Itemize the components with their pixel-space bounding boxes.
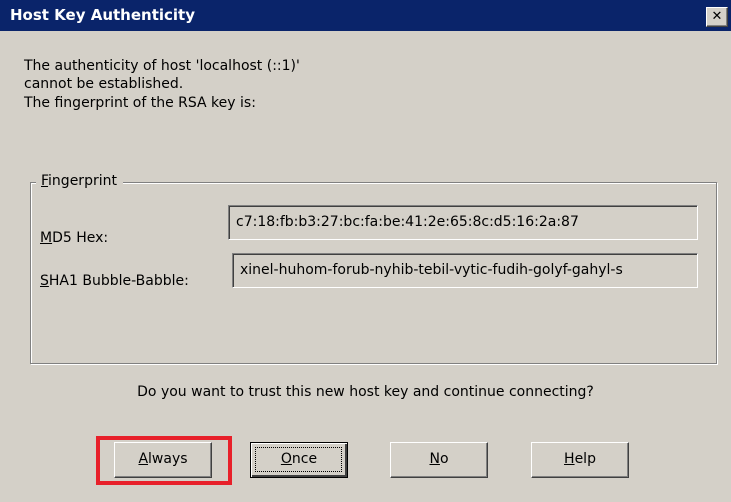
fingerprint-legend-rest: ingerprint [48,173,117,189]
sha1-label: SHA1 Bubble-Babble: [40,271,189,291]
sha1-label-hotkey: S [40,273,49,289]
host-key-dialog: Host Key Authenticity ✕ The authenticity… [0,0,731,502]
md5-hex-field[interactable]: c7:18:fb:b3:27:bc:fa:be:41:2e:65:8c:d5:1… [228,205,698,240]
title-bar[interactable]: Host Key Authenticity ✕ [0,0,731,31]
always-button-label: Always [138,451,187,467]
once-rest: nce [291,451,318,467]
md5-label: MD5 Hex: [40,228,108,248]
fingerprint-legend-hotkey: F [41,173,49,189]
help-button-label: Help [564,451,596,467]
no-button-label: No [429,451,448,467]
sha1-bubble-babble-field[interactable]: xinel-huhom-forub-nyhib-tebil-vytic-fudi… [232,253,698,288]
sha1-label-rest: HA1 Bubble-Babble: [48,273,189,289]
no-button[interactable]: No [390,442,488,478]
always-rest: lways [148,451,188,467]
no-hotkey: N [429,451,440,467]
help-button[interactable]: Help [531,442,629,478]
message-line-3: The fingerprint of the RSA key is: [24,95,256,111]
fingerprint-group-label: Fingerprint [36,171,123,191]
close-icon: ✕ [711,9,723,24]
message-line-1: The authenticity of host 'localhost (::1… [24,58,300,74]
always-hotkey: A [138,451,149,467]
help-rest: elp [574,451,596,467]
help-hotkey: H [564,451,575,467]
trust-question: Do you want to trust this new host key a… [137,384,594,400]
once-button[interactable]: Once [250,442,348,478]
md5-label-hotkey: M [40,230,53,246]
always-button[interactable]: Always [114,442,212,478]
close-button[interactable]: ✕ [706,7,728,27]
no-rest: o [439,451,449,467]
once-button-label: Once [281,451,317,467]
once-hotkey: O [280,451,292,467]
dialog-title: Host Key Authenticity [10,6,195,24]
message-line-2: cannot be established. [24,76,184,92]
md5-label-rest: D5 Hex: [52,230,109,246]
